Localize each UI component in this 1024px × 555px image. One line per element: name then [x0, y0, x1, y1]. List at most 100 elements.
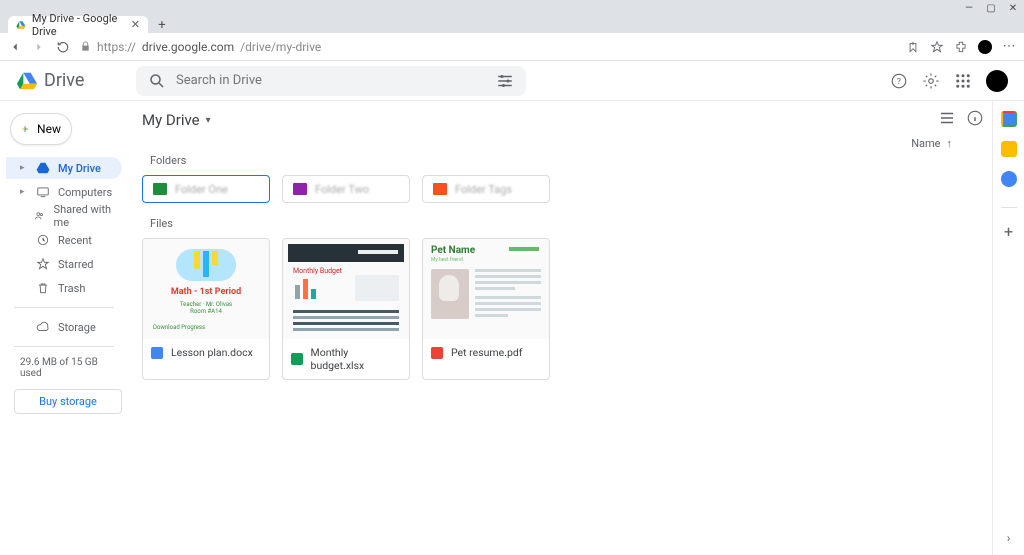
new-tab-button[interactable]: + [154, 17, 170, 33]
browser-menu-icon[interactable]: ⋯ [1002, 40, 1016, 54]
sidebar-item-starred[interactable]: ▸ Starred [6, 253, 122, 275]
file-thumbnail: Monthly Budget [283, 239, 409, 339]
file-item[interactable]: Monthly Budget Monthly budget.xlsx [282, 238, 410, 380]
file-item[interactable]: Math - 1st Period Teacher · Mr. OlivasRo… [142, 238, 270, 380]
address-bar[interactable]: https:// drive.google.com/drive/my-drive [80, 40, 896, 54]
breadcrumb[interactable]: My Drive ▾ [142, 111, 956, 129]
extensions-icon[interactable] [954, 40, 968, 54]
sidebar-item-trash[interactable]: ▸ Trash [6, 277, 122, 299]
file-name: Lesson plan.docx [171, 346, 253, 359]
sidebar-item-label: Recent [58, 234, 92, 247]
apps-grid-icon[interactable] [954, 72, 972, 90]
trash-icon [36, 281, 50, 295]
caret-right-icon: ▸ [20, 187, 28, 197]
folder-item[interactable]: Folder Tags [422, 175, 550, 203]
folder-item[interactable]: Folder One [142, 175, 270, 203]
sidebar-item-label: My Drive [58, 162, 101, 175]
plus-icon [21, 122, 29, 136]
folder-name: Folder One [175, 183, 228, 196]
new-button-label: New [37, 122, 61, 136]
search-input[interactable] [176, 73, 486, 88]
sidebar-item-label: Storage [58, 321, 96, 334]
folder-icon [293, 183, 307, 195]
svg-text:?: ? [897, 77, 901, 87]
clock-icon [36, 233, 50, 247]
account-avatar[interactable] [986, 70, 1008, 92]
drive-product-name: Drive [44, 70, 84, 91]
calendar-icon[interactable] [1001, 111, 1017, 127]
nav-reload-icon[interactable] [56, 40, 70, 54]
tasks-icon[interactable] [1001, 171, 1017, 187]
window-close-icon[interactable]: ✕ [1008, 3, 1018, 13]
side-panel: + › [992, 101, 1024, 555]
browser-tabstrip: My Drive - Google Drive ✕ + [0, 16, 1024, 33]
search-options-icon[interactable] [496, 72, 514, 90]
sidebar-item-my-drive[interactable]: ▸ My Drive [6, 157, 122, 179]
section-files-label: Files [150, 217, 956, 230]
breadcrumb-label: My Drive [142, 111, 200, 129]
nav-forward-icon[interactable] [32, 40, 46, 54]
docs-icon [151, 347, 163, 359]
keep-icon[interactable] [1001, 141, 1017, 157]
browser-toolbar: https://drive.google.com/drive/my-drive … [0, 33, 1024, 61]
sidebar-item-label: Starred [58, 258, 94, 271]
section-folders-label: Folders [150, 154, 956, 167]
tab-title: My Drive - Google Drive [32, 12, 125, 38]
folder-icon [433, 183, 447, 195]
sort-column-label: Name [911, 137, 940, 150]
window-titlebar: — ▢ ✕ [0, 0, 1024, 16]
details-info-icon[interactable] [966, 109, 984, 127]
lock-icon [80, 41, 91, 52]
sidebar-item-storage[interactable]: ▸ Storage [6, 316, 122, 338]
sheets-icon [291, 353, 303, 365]
url-path: /drive/my-drive [240, 40, 321, 54]
url-host: drive.google.com [142, 40, 234, 54]
file-item[interactable]: Pet Name My best friend Pet resume.pdf [422, 238, 550, 380]
cloud-icon [36, 320, 50, 334]
sidebar-item-label: Shared with me [54, 203, 114, 229]
help-icon[interactable]: ? [890, 72, 908, 90]
tab-close-icon[interactable]: ✕ [131, 18, 140, 31]
new-button[interactable]: New [10, 113, 72, 145]
files-grid: Math - 1st Period Teacher · Mr. OlivasRo… [142, 238, 956, 380]
file-name: Pet resume.pdf [451, 346, 522, 359]
sort-header[interactable]: Name ↑ [142, 137, 956, 150]
search-icon [148, 72, 166, 90]
sidebar-item-recent[interactable]: ▸ Recent [6, 229, 122, 251]
folders-grid: Folder One Folder Two Folder Tags [142, 175, 956, 203]
view-list-icon[interactable] [938, 109, 956, 127]
folder-name: Folder Tags [455, 183, 512, 196]
sidebar-item-label: Computers [58, 186, 112, 199]
sidebar-item-computers[interactable]: ▸ Computers [6, 181, 122, 203]
nav-back-icon[interactable] [8, 40, 22, 54]
computers-icon [36, 185, 50, 199]
pdf-icon [431, 347, 443, 359]
sort-ascending-icon: ↑ [947, 137, 953, 150]
caret-right-icon: ▸ [20, 163, 28, 173]
sidebar-item-label: Trash [58, 282, 85, 295]
drive-header: Drive ? [0, 61, 1024, 101]
url-scheme: https:// [97, 40, 136, 54]
browser-tab[interactable]: My Drive - Google Drive ✕ [8, 16, 148, 33]
window-maximize-icon[interactable]: ▢ [986, 3, 996, 13]
drive-logo-icon [16, 70, 38, 92]
favorite-star-icon[interactable] [930, 40, 944, 54]
browser-profile-avatar[interactable] [978, 40, 992, 54]
folder-item[interactable]: Folder Two [282, 175, 410, 203]
folder-name: Folder Two [315, 183, 369, 196]
bookmark-add-icon[interactable] [906, 40, 920, 54]
file-name: Monthly budget.xlsx [311, 346, 401, 372]
sidebar-item-shared[interactable]: ▸ Shared with me [6, 205, 122, 227]
collapse-panel-icon[interactable]: › [1007, 531, 1011, 545]
people-icon [34, 209, 45, 223]
main-content: My Drive ▾ Name ↑ Folders Folder One Fol… [128, 101, 992, 555]
drive-favicon-icon [16, 19, 26, 31]
window-minimize-icon[interactable]: — [964, 3, 974, 13]
settings-gear-icon[interactable] [922, 72, 940, 90]
buy-storage-button[interactable]: Buy storage [14, 389, 122, 414]
add-addon-icon[interactable]: + [1004, 222, 1013, 241]
search-bar[interactable] [136, 66, 526, 96]
star-icon [36, 257, 50, 271]
file-thumbnail: Pet Name My best friend [423, 239, 549, 339]
drive-logo[interactable]: Drive [16, 70, 124, 92]
